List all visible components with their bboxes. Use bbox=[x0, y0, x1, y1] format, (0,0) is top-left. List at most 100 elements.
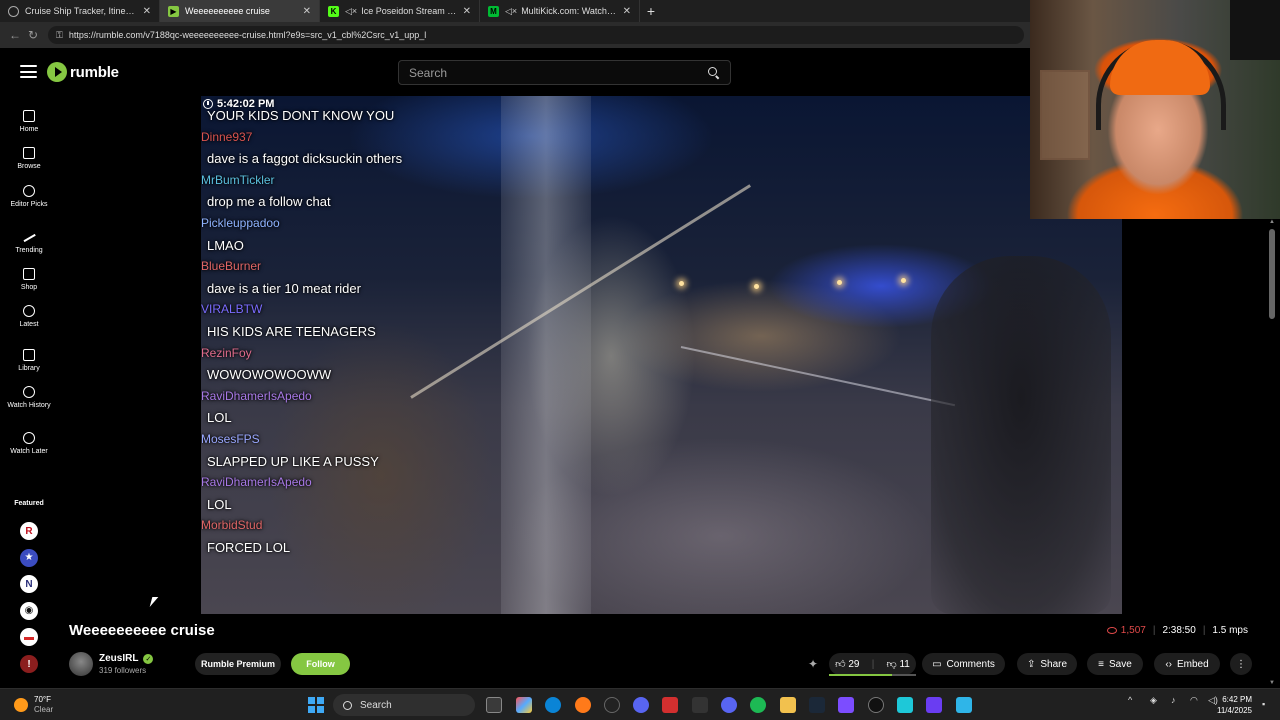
tray-overflow-icon[interactable]: ^ bbox=[1128, 695, 1132, 705]
copilot-icon[interactable] bbox=[516, 697, 532, 713]
reload-icon[interactable]: ↻ bbox=[24, 28, 42, 42]
share-button[interactable]: ⇪ Share bbox=[1017, 653, 1077, 675]
microphone-icon[interactable]: ♪ bbox=[1171, 695, 1176, 705]
address-bar[interactable]: ⚿ https://rumble.com/v7188qc-weeeeeeeeee… bbox=[48, 26, 1024, 44]
dislike-button[interactable]: 👎︎ 11 bbox=[887, 658, 910, 670]
search-icon[interactable] bbox=[708, 66, 720, 79]
close-tab-icon[interactable]: ✕ bbox=[143, 6, 151, 17]
network-icon[interactable]: ◈ bbox=[1150, 695, 1157, 706]
sidebar-item-watch-history[interactable]: Watch History bbox=[0, 386, 58, 410]
tab-label: Cruise Ship Tracker, Itineraries, Sc bbox=[25, 6, 137, 16]
follower-count: 319 followers bbox=[99, 666, 147, 675]
windows-start-icon[interactable] bbox=[308, 697, 324, 713]
muted-speaker-icon[interactable]: ◁× bbox=[345, 6, 357, 17]
task-view-icon[interactable] bbox=[486, 697, 502, 713]
save-button[interactable]: ≡ Save bbox=[1087, 653, 1143, 675]
close-tab-icon[interactable]: ✕ bbox=[623, 6, 631, 17]
new-tab-button[interactable]: + bbox=[640, 0, 662, 22]
featured-channel-avatar[interactable]: ★ bbox=[20, 548, 38, 567]
boost-icon[interactable]: ✦ bbox=[808, 657, 818, 671]
app-icon[interactable] bbox=[897, 697, 913, 713]
notification-icon[interactable]: ▪ bbox=[1262, 699, 1265, 709]
screen: Cruise Ship Tracker, Itineraries, Sc ✕ ▶… bbox=[0, 0, 1280, 720]
chat-message: FORCED LOL bbox=[207, 540, 291, 555]
search-input[interactable] bbox=[409, 65, 708, 80]
scrollbar-thumb[interactable] bbox=[1269, 229, 1275, 319]
taskbar-search[interactable]: Search bbox=[333, 694, 475, 716]
music-icon[interactable] bbox=[692, 697, 708, 713]
scroll-down-icon[interactable]: ▼ bbox=[1268, 680, 1276, 686]
deck-light bbox=[754, 284, 759, 289]
avatar[interactable] bbox=[69, 652, 93, 676]
more-options-button[interactable]: ⋮ bbox=[1230, 653, 1252, 675]
divider: | bbox=[871, 658, 875, 670]
deck-light bbox=[837, 280, 842, 285]
spotify-icon[interactable] bbox=[750, 697, 766, 713]
browser-tab-3[interactable]: M ◁× MultiKick.com: Watch Multip ✕ bbox=[480, 0, 640, 22]
back-arrow-icon[interactable]: ← bbox=[6, 28, 24, 42]
sidebar-item-watch-later[interactable]: Watch Later bbox=[0, 432, 58, 456]
channel-name[interactable]: ZeusIRL bbox=[99, 653, 138, 664]
more-vertical-icon: ⋮ bbox=[1236, 658, 1246, 670]
page-scrollbar[interactable]: ▲ ▼ bbox=[1268, 219, 1276, 686]
like-button[interactable]: 👍︎ 29 bbox=[835, 658, 859, 670]
app-icon[interactable] bbox=[662, 697, 678, 713]
featured-channel-avatar[interactable]: ! bbox=[20, 655, 38, 673]
chat-message: HIS KIDS ARE TEENAGERS bbox=[207, 324, 376, 339]
time: 6:42 PM bbox=[1222, 695, 1252, 704]
video-player[interactable]: 5:42:02 PM YOUR KIDS DONT KNOW YOU Dinne9… bbox=[201, 96, 1122, 614]
discord-icon[interactable] bbox=[721, 697, 737, 713]
app-icon[interactable] bbox=[633, 697, 649, 713]
sidebar-item-label: Home bbox=[19, 126, 39, 133]
channel-info[interactable]: ZeusIRL ✓ 319 followers bbox=[69, 651, 154, 677]
close-tab-icon[interactable]: ✕ bbox=[303, 6, 311, 17]
sidebar-item-browse[interactable]: Browse bbox=[0, 147, 58, 171]
taskbar-clock[interactable]: 6:42 PM 11/4/2025 bbox=[1217, 694, 1252, 716]
featured-channel-avatar[interactable]: ▬ bbox=[20, 628, 38, 647]
embed-button[interactable]: ‹› Embed bbox=[1154, 653, 1220, 675]
featured-channel-avatar[interactable]: R bbox=[20, 522, 38, 540]
edge-icon[interactable] bbox=[545, 697, 561, 713]
rumble-logo[interactable]: rumble bbox=[47, 62, 119, 82]
date: 11/4/2025 bbox=[1217, 706, 1252, 715]
rumble-premium-button[interactable]: Rumble Premium bbox=[195, 653, 281, 675]
sidebar-item-library[interactable]: Library bbox=[0, 349, 58, 373]
sidebar-item-trending[interactable]: Trending bbox=[0, 231, 58, 255]
browser-tab-1[interactable]: ▶ Weeeeeeeeee cruise ✕ bbox=[160, 0, 320, 22]
app-icon[interactable] bbox=[838, 697, 854, 713]
firefox-icon[interactable] bbox=[575, 697, 591, 713]
weather-widget[interactable]: 70°F Clear bbox=[14, 695, 53, 715]
chat-username: RezinFoy bbox=[201, 345, 252, 360]
muted-speaker-icon[interactable]: ◁× bbox=[505, 6, 517, 17]
obs-icon[interactable] bbox=[604, 697, 620, 713]
app-icon[interactable] bbox=[868, 697, 884, 713]
file-explorer-icon[interactable] bbox=[780, 697, 796, 713]
featured-channel-avatar[interactable]: ◉ bbox=[20, 601, 38, 620]
comments-button[interactable]: ▭ Comments bbox=[922, 653, 1005, 675]
multikick-icon: M bbox=[488, 5, 499, 17]
featured-channel-avatar[interactable]: N bbox=[20, 575, 38, 594]
browser-tab-0[interactable]: Cruise Ship Tracker, Itineraries, Sc ✕ bbox=[0, 0, 160, 22]
weather-text: 70°F Clear bbox=[34, 695, 53, 715]
sidebar-item-editor-picks[interactable]: Editor Picks bbox=[0, 185, 58, 209]
scroll-up-icon[interactable]: ▲ bbox=[1268, 219, 1276, 225]
chat-message: dave is a tier 10 meat rider bbox=[207, 280, 361, 296]
wifi-icon[interactable]: ◠ bbox=[1190, 695, 1198, 706]
fx-icon[interactable] bbox=[926, 697, 942, 713]
steam-icon[interactable] bbox=[809, 697, 825, 713]
follow-button[interactable]: Follow bbox=[291, 653, 350, 675]
sidebar-item-latest[interactable]: Latest bbox=[0, 305, 58, 329]
calculator-icon[interactable] bbox=[956, 697, 972, 713]
logo-text: rumble bbox=[70, 63, 119, 81]
sidebar-item-home[interactable]: Home bbox=[0, 110, 58, 134]
menu-icon[interactable] bbox=[20, 65, 37, 78]
view-count-text: 1,507 bbox=[1120, 625, 1146, 636]
chat-message: LOL bbox=[207, 496, 232, 512]
browser-tab-2[interactable]: K ◁× Ice Poseidon Stream - Watch ✕ bbox=[320, 0, 480, 22]
chat-username: RaviDhamerIsApedo bbox=[201, 388, 312, 403]
site-info-icon[interactable]: ⚿ bbox=[56, 30, 63, 41]
history-icon bbox=[23, 386, 35, 398]
ship-deck-structure bbox=[501, 96, 591, 614]
close-tab-icon[interactable]: ✕ bbox=[463, 6, 471, 17]
sidebar-item-shop[interactable]: Shop bbox=[0, 268, 58, 292]
